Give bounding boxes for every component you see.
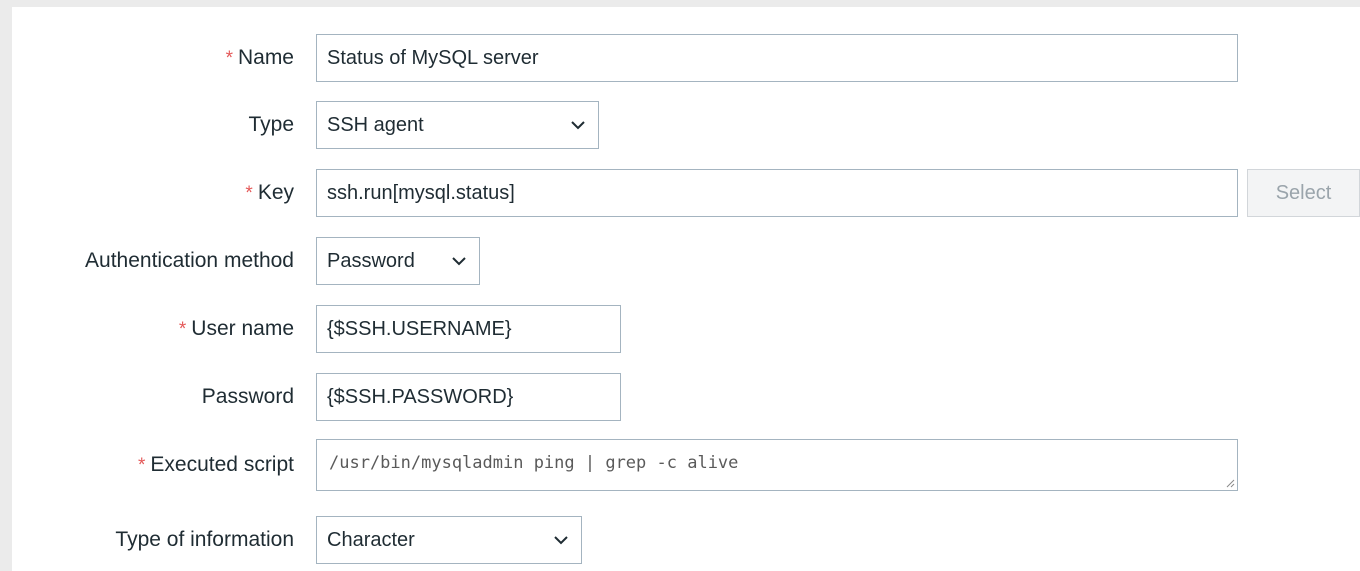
- key-select-button[interactable]: Select: [1247, 169, 1360, 217]
- chevron-down-icon: [554, 536, 568, 545]
- key-label: * Key: [245, 169, 294, 217]
- required-marker: *: [178, 319, 187, 340]
- type-row: Type SSH agent: [12, 101, 1360, 149]
- name-label-text: Name: [237, 46, 294, 69]
- executed-script-row: * Executed script /usr/bin/mysqladmin pin…: [12, 439, 1360, 491]
- required-marker: *: [138, 455, 146, 476]
- name-input-value: Status of MySQL server: [327, 47, 539, 69]
- chevron-down-icon: [452, 257, 466, 266]
- executed-script-label-text: Executed script: [150, 453, 294, 476]
- auth-method-label: Authentication method: [85, 249, 294, 272]
- password-label: Password: [201, 385, 294, 408]
- password-input[interactable]: {$SSH.PASSWORD}: [316, 373, 621, 421]
- type-of-information-select[interactable]: Character: [316, 516, 582, 564]
- password-input-value: {$SSH.PASSWORD}: [327, 386, 514, 408]
- user-name-input-value: {$SSH.USERNAME}: [327, 318, 512, 340]
- user-name-row: * User name {$SSH.USERNAME}: [12, 305, 1360, 353]
- type-of-information-row: Type of information Character: [12, 516, 1360, 564]
- password-row: Password {$SSH.PASSWORD}: [12, 373, 1360, 421]
- name-label: * Name: [226, 34, 294, 82]
- key-row: * Key ssh.run[mysql.status] Select: [12, 169, 1360, 217]
- user-name-input[interactable]: {$SSH.USERNAME}: [316, 305, 621, 353]
- type-select[interactable]: SSH agent: [316, 101, 599, 149]
- required-marker: *: [245, 183, 253, 204]
- key-label-text: Key: [257, 181, 294, 204]
- user-name-label: * User name: [179, 305, 294, 353]
- name-row: * Name Status of MySQL server: [12, 34, 1360, 82]
- name-input[interactable]: Status of MySQL server: [316, 34, 1238, 82]
- type-label: Type: [248, 113, 294, 136]
- executed-script-textarea[interactable]: /usr/bin/mysqladmin ping | grep -c alive: [316, 439, 1238, 491]
- type-of-information-select-value: Character: [327, 529, 415, 551]
- auth-method-select[interactable]: Password: [316, 237, 480, 285]
- key-input-value: ssh.run[mysql.status]: [327, 182, 515, 204]
- executed-script-label: * Executed script: [138, 439, 294, 491]
- resize-handle-icon[interactable]: [1225, 478, 1235, 488]
- auth-method-row: Authentication method Password: [12, 237, 1360, 285]
- item-form: * Name Status of MySQL server Type SSH ag…: [12, 7, 1360, 571]
- type-of-information-label: Type of information: [115, 528, 294, 551]
- required-marker: *: [225, 48, 233, 69]
- auth-method-select-value: Password: [327, 250, 415, 272]
- chevron-down-icon: [571, 121, 585, 130]
- key-input[interactable]: ssh.run[mysql.status]: [316, 169, 1238, 217]
- executed-script-value: /usr/bin/mysqladmin ping | grep -c alive: [329, 453, 739, 473]
- type-select-value: SSH agent: [327, 114, 424, 136]
- user-name-label-text: User name: [191, 317, 294, 340]
